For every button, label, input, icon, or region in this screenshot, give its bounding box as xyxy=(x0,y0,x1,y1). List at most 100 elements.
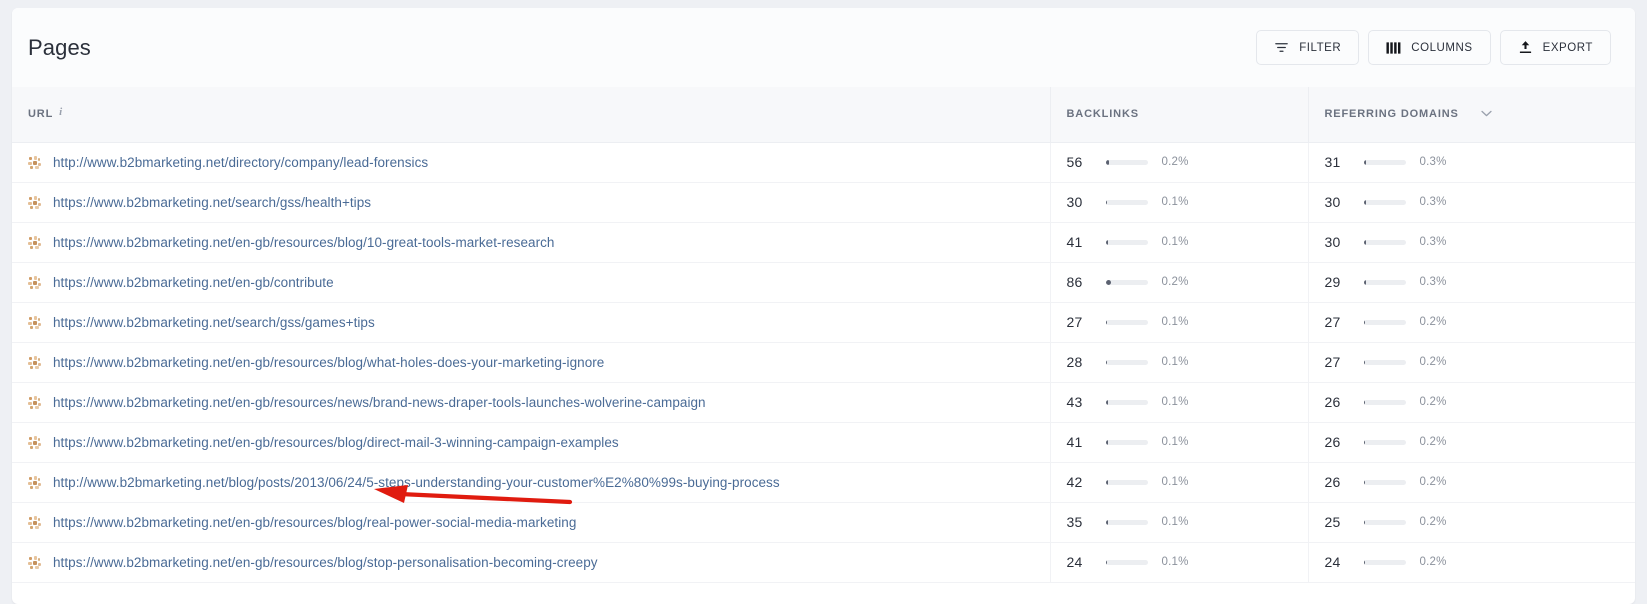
referring-domains-bar-fill xyxy=(1363,439,1365,445)
table-row[interactable]: https://www.b2bmarketing.net/en-gb/resou… xyxy=(12,422,1635,463)
url-link[interactable]: https://www.b2bmarketing.net/search/gss/… xyxy=(53,315,375,330)
referring-domains-bar-fill xyxy=(1363,559,1365,565)
referring-domains-metric: 25 0.2% xyxy=(1325,514,1620,530)
backlinks-metric: 28 0.1% xyxy=(1067,354,1292,370)
url-link[interactable]: http://www.b2bmarketing.net/directory/co… xyxy=(53,155,428,170)
column-header-backlinks[interactable]: BACKLINKS xyxy=(1049,87,1308,143)
table-row[interactable]: https://www.b2bmarketing.net/en-gb/resou… xyxy=(12,502,1635,543)
referring-domains-percent: 0.3% xyxy=(1419,236,1447,248)
referring-domains-bar xyxy=(1363,319,1406,325)
cell-url: http://www.b2bmarketing.net/directory/co… xyxy=(12,142,1050,183)
referring-domains-value: 26 xyxy=(1324,474,1341,490)
backlinks-value: 43 xyxy=(1066,394,1083,410)
referring-domains-metric: 30 0.3% xyxy=(1325,194,1620,210)
url-link[interactable]: https://www.b2bmarketing.net/en-gb/resou… xyxy=(53,355,604,370)
backlinks-bar-fill xyxy=(1105,519,1108,525)
referring-domains-bar-fill xyxy=(1363,359,1366,365)
url-cell: https://www.b2bmarketing.net/en-gb/resou… xyxy=(28,355,1034,370)
table-row[interactable]: https://www.b2bmarketing.net/en-gb/resou… xyxy=(12,222,1635,263)
cell-backlinks: 41 0.1% xyxy=(1049,222,1308,263)
filter-button[interactable]: FILTER xyxy=(1256,30,1360,65)
column-header-backlinks-label: BACKLINKS xyxy=(1066,108,1139,121)
backlinks-bar-fill xyxy=(1105,199,1108,205)
table-header-row: URL i BACKLINKS REFERRING DOMAINS xyxy=(12,87,1635,143)
backlinks-bar-fill xyxy=(1105,359,1108,365)
cell-referring-domains: 31 0.3% xyxy=(1307,142,1635,183)
cell-backlinks: 30 0.1% xyxy=(1049,182,1308,223)
column-header-referring-domains-label: REFERRING DOMAINS xyxy=(1324,108,1459,121)
backlinks-bar xyxy=(1105,439,1148,445)
backlinks-percent: 0.1% xyxy=(1161,236,1189,248)
referring-domains-bar xyxy=(1363,519,1406,525)
url-cell: https://www.b2bmarketing.net/en-gb/resou… xyxy=(28,235,1034,250)
export-button[interactable]: EXPORT xyxy=(1499,30,1611,65)
header-actions: FILTER COLUMNS EXPORT xyxy=(1256,30,1611,65)
table-row[interactable]: https://www.b2bmarketing.net/search/gss/… xyxy=(12,182,1635,223)
chevron-down-icon[interactable] xyxy=(1481,109,1492,120)
card-header: Pages FILTER COLUMNS EXPORT xyxy=(12,8,1635,87)
cell-backlinks: 86 0.2% xyxy=(1049,262,1308,303)
backlinks-metric: 42 0.1% xyxy=(1067,474,1292,490)
url-cell: https://www.b2bmarketing.net/search/gss/… xyxy=(28,195,1034,210)
cell-url: https://www.b2bmarketing.net/en-gb/resou… xyxy=(12,422,1050,463)
referring-domains-value: 27 xyxy=(1324,354,1341,370)
table-row[interactable]: https://www.b2bmarketing.net/search/gss/… xyxy=(12,302,1635,343)
backlinks-bar-fill xyxy=(1105,479,1109,485)
url-link[interactable]: https://www.b2bmarketing.net/en-gb/resou… xyxy=(53,235,554,250)
backlinks-bar xyxy=(1105,239,1148,245)
referring-domains-percent: 0.3% xyxy=(1419,196,1447,208)
url-link[interactable]: http://www.b2bmarketing.net/blog/posts/2… xyxy=(53,475,780,490)
favicon-icon xyxy=(28,515,41,529)
table-row[interactable]: https://www.b2bmarketing.net/en-gb/contr… xyxy=(12,262,1635,303)
table-row[interactable]: https://www.b2bmarketing.net/en-gb/resou… xyxy=(12,542,1635,583)
url-link[interactable]: https://www.b2bmarketing.net/en-gb/resou… xyxy=(53,515,576,530)
backlinks-percent: 0.2% xyxy=(1161,276,1189,288)
backlinks-value: 56 xyxy=(1066,154,1083,170)
backlinks-percent: 0.2% xyxy=(1161,156,1189,168)
url-cell: https://www.b2bmarketing.net/en-gb/resou… xyxy=(28,515,1034,530)
table-row[interactable]: https://www.b2bmarketing.net/en-gb/resou… xyxy=(12,382,1635,423)
table-row[interactable]: http://www.b2bmarketing.net/blog/posts/2… xyxy=(12,462,1635,503)
cell-url: https://www.b2bmarketing.net/en-gb/resou… xyxy=(12,502,1050,543)
referring-domains-value: 25 xyxy=(1324,514,1341,530)
filter-button-label: FILTER xyxy=(1299,41,1342,54)
backlinks-value: 41 xyxy=(1066,234,1083,250)
url-link[interactable]: https://www.b2bmarketing.net/search/gss/… xyxy=(53,195,371,210)
referring-domains-value: 24 xyxy=(1324,554,1341,570)
referring-domains-percent: 0.3% xyxy=(1419,276,1447,288)
url-link[interactable]: https://www.b2bmarketing.net/en-gb/resou… xyxy=(53,555,598,570)
favicon-icon xyxy=(28,195,41,209)
backlinks-metric: 56 0.2% xyxy=(1067,154,1292,170)
column-header-url[interactable]: URL i xyxy=(12,87,1050,143)
cell-backlinks: 41 0.1% xyxy=(1049,422,1308,463)
cell-url: https://www.b2bmarketing.net/en-gb/contr… xyxy=(12,262,1050,303)
cell-referring-domains: 29 0.3% xyxy=(1307,262,1635,303)
referring-domains-metric: 27 0.2% xyxy=(1325,354,1620,370)
url-link[interactable]: https://www.b2bmarketing.net/en-gb/resou… xyxy=(53,435,619,450)
url-link[interactable]: https://www.b2bmarketing.net/en-gb/contr… xyxy=(53,275,334,290)
columns-button[interactable]: COLUMNS xyxy=(1368,30,1491,65)
referring-domains-bar xyxy=(1363,199,1406,205)
url-link[interactable]: https://www.b2bmarketing.net/en-gb/resou… xyxy=(53,395,706,410)
column-header-referring-domains[interactable]: REFERRING DOMAINS xyxy=(1307,87,1635,143)
table-row[interactable]: https://www.b2bmarketing.net/en-gb/resou… xyxy=(12,342,1635,383)
column-header-url-label: URL xyxy=(28,108,54,121)
favicon-icon xyxy=(28,355,41,369)
backlinks-metric: 43 0.1% xyxy=(1067,394,1292,410)
referring-domains-percent: 0.3% xyxy=(1419,156,1447,168)
url-cell: http://www.b2bmarketing.net/directory/co… xyxy=(28,155,1034,170)
referring-domains-percent: 0.2% xyxy=(1419,396,1447,408)
backlinks-bar xyxy=(1105,559,1148,565)
referring-domains-bar-fill xyxy=(1363,399,1365,405)
info-icon[interactable]: i xyxy=(59,106,63,118)
referring-domains-bar-fill xyxy=(1363,319,1366,325)
favicon-icon xyxy=(28,395,41,409)
referring-domains-value: 30 xyxy=(1324,194,1341,210)
referring-domains-bar xyxy=(1363,359,1406,365)
backlinks-value: 42 xyxy=(1066,474,1083,490)
columns-icon xyxy=(1386,41,1401,55)
cell-backlinks: 35 0.1% xyxy=(1049,502,1308,543)
referring-domains-value: 27 xyxy=(1324,314,1341,330)
cell-referring-domains: 26 0.2% xyxy=(1307,422,1635,463)
table-row[interactable]: http://www.b2bmarketing.net/directory/co… xyxy=(12,142,1635,183)
